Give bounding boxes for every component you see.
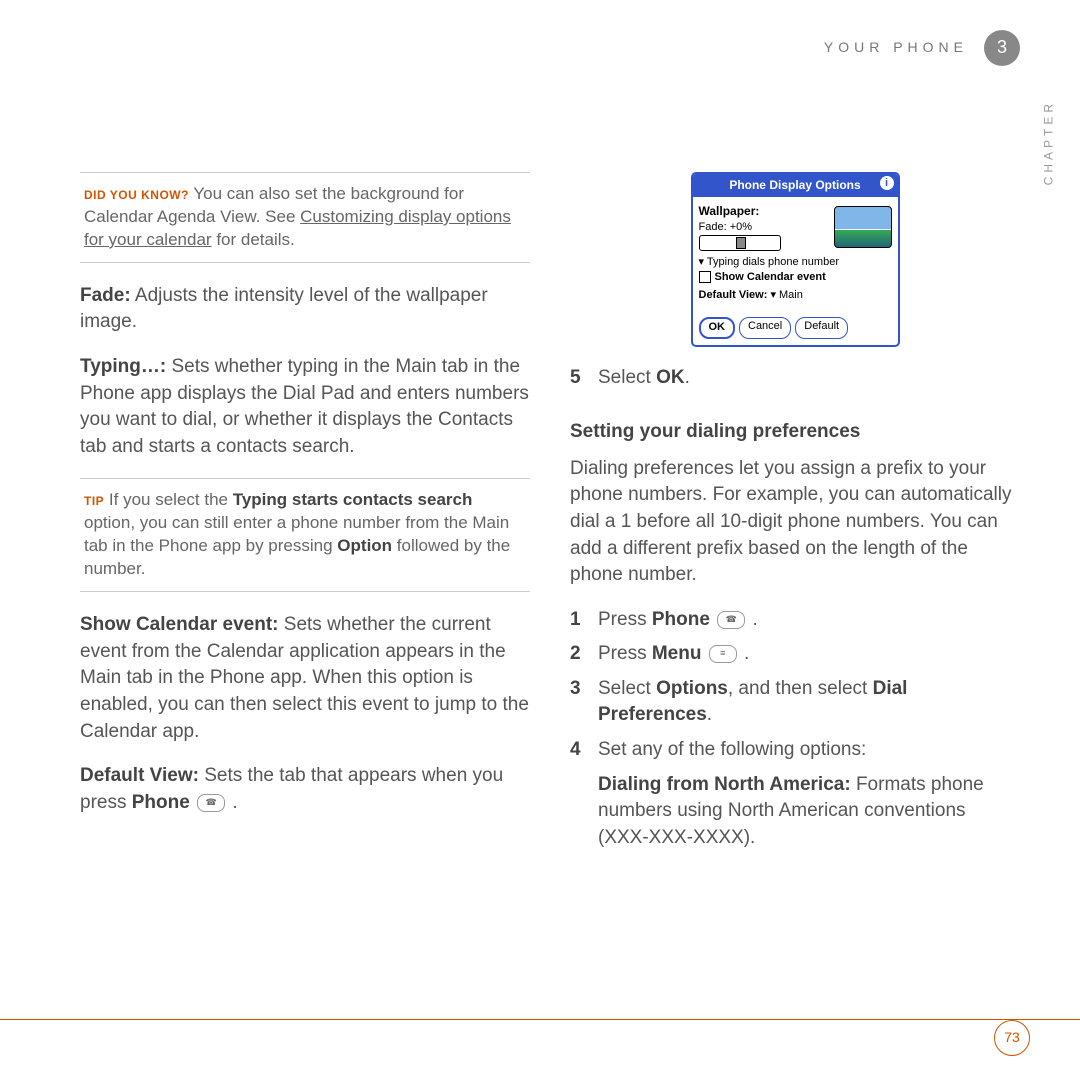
step-4: 4 Set any of the following options: xyxy=(570,737,1020,764)
s1-b1: Phone xyxy=(652,609,710,630)
fade-paragraph: Fade: Adjusts the intensity level of the… xyxy=(80,283,530,336)
step5-t1: Select xyxy=(598,367,656,388)
phone-display-options-dialog: Phone Display Options i Wallpaper: Fade:… xyxy=(691,172,900,347)
s2-b1: Menu xyxy=(652,643,702,664)
default-button[interactable]: Default xyxy=(795,317,848,338)
typing-paragraph: Typing…: Sets whether typing in the Main… xyxy=(80,354,530,460)
step5-t2: . xyxy=(685,367,690,388)
wallpaper-thumbnail[interactable] xyxy=(834,206,892,248)
checkbox-icon xyxy=(699,271,711,283)
wallpaper-label: Wallpaper: xyxy=(699,203,781,220)
show-calendar-label: Show Calendar event xyxy=(715,271,826,283)
chapter-side-label: CHAPTER xyxy=(1040,100,1057,185)
tip-label: TIP xyxy=(84,494,104,508)
tip-t1: If you select the xyxy=(109,490,233,509)
tip-b2: Option xyxy=(337,536,392,555)
s2-t1: Press xyxy=(598,643,652,664)
header-title: YOUR PHONE xyxy=(824,38,968,58)
default-view-label: Default View: xyxy=(699,289,768,301)
step5-b1: OK xyxy=(656,367,685,388)
step-2: 2 Press Menu ≡ . xyxy=(570,641,1020,668)
default-view-row: Default View: ▾ Main xyxy=(699,288,892,303)
dna-term: Dialing from North America: xyxy=(598,774,851,795)
default-view-value[interactable]: Main xyxy=(779,289,803,301)
phone-key-icon: ☎ xyxy=(197,794,225,812)
dialing-pref-intro: Dialing preferences let you assign a pre… xyxy=(570,456,1020,589)
showcal-term: Show Calendar event: xyxy=(80,614,279,635)
dyk-trail: for details. xyxy=(216,230,294,249)
tip-box: TIP If you select the Typing starts cont… xyxy=(80,478,530,592)
footer-rule xyxy=(0,1019,1080,1020)
chapter-number-badge: 3 xyxy=(984,30,1020,66)
fade-term: Fade: xyxy=(80,285,131,306)
step-num-3: 3 xyxy=(570,676,584,729)
step-num-5: 5 xyxy=(570,365,584,392)
defview-b1: Phone xyxy=(132,792,190,813)
fade-label: Fade: xyxy=(699,221,727,233)
s2-t2: . xyxy=(739,643,750,664)
s3-t1: Select xyxy=(598,678,656,699)
right-column: Phone Display Options i Wallpaper: Fade:… xyxy=(570,172,1020,859)
step-num-1: 1 xyxy=(570,607,584,634)
show-calendar-checkbox[interactable]: Show Calendar event xyxy=(699,270,892,285)
defview-t2: . xyxy=(227,792,238,813)
fade-value: +0% xyxy=(730,221,752,233)
fade-slider[interactable] xyxy=(699,235,781,251)
manual-page: YOUR PHONE 3 CHAPTER DID YOU KNOW? You c… xyxy=(0,0,1080,1080)
dialog-title: Phone Display Options xyxy=(729,178,860,192)
step-5: 5 Select OK. xyxy=(570,365,1020,392)
step-num-2: 2 xyxy=(570,641,584,668)
cancel-button[interactable]: Cancel xyxy=(739,317,791,338)
s3-t3: . xyxy=(707,704,712,725)
info-icon[interactable]: i xyxy=(880,176,894,190)
step-1: 1 Press Phone ☎ . xyxy=(570,607,1020,634)
s1-t1: Press xyxy=(598,609,652,630)
s1-t2: . xyxy=(747,609,758,630)
defview-term: Default View: xyxy=(80,765,199,786)
s3-t2: , and then select xyxy=(728,678,873,699)
showcal-paragraph: Show Calendar event: Sets whether the cu… xyxy=(80,612,530,745)
option-dna: Dialing from North America: Formats phon… xyxy=(598,772,1020,852)
s3-b1: Options xyxy=(656,678,728,699)
step-num-4: 4 xyxy=(570,737,584,764)
page-header: YOUR PHONE 3 xyxy=(824,30,1020,66)
did-you-know-box: DID YOU KNOW? You can also set the backg… xyxy=(80,172,530,263)
phone-key-icon: ☎ xyxy=(717,611,745,629)
fade-desc: Adjusts the intensity level of the wallp… xyxy=(80,285,488,333)
ok-button[interactable]: OK xyxy=(699,317,736,338)
typing-dropdown[interactable]: Typing dials phone number xyxy=(699,255,892,270)
defview-paragraph: Default View: Sets the tab that appears … xyxy=(80,763,530,816)
left-column: DID YOU KNOW? You can also set the backg… xyxy=(80,172,530,859)
page-number: 73 xyxy=(994,1020,1030,1056)
dialog-title-bar: Phone Display Options i xyxy=(693,174,898,197)
s4-text: Set any of the following options: xyxy=(598,737,1020,764)
tip-b1: Typing starts contacts search xyxy=(233,490,473,509)
menu-key-icon: ≡ xyxy=(709,645,737,663)
section-heading: Setting your dialing preferences xyxy=(570,419,1020,446)
dyk-label: DID YOU KNOW? xyxy=(84,188,189,202)
step-3: 3 Select Options, and then select Dial P… xyxy=(570,676,1020,729)
typing-term: Typing…: xyxy=(80,356,166,377)
